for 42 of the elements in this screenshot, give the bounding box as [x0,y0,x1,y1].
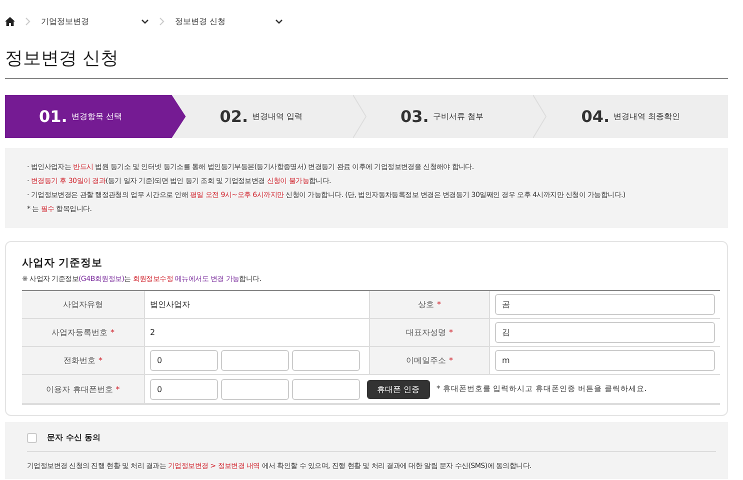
input-field[interactable] [221,378,289,400]
field-value: 법인사업자 [150,299,190,310]
required-mark: * [449,328,453,337]
breadcrumb-item[interactable]: 정보변경 신청 [175,16,265,26]
input-field[interactable]: m [495,350,715,371]
page-title: 정보변경 신청 [5,46,728,79]
field-label: 이메일주소 [406,355,446,366]
required-mark: * [98,356,102,365]
verify-button[interactable]: 휴대폰 인증 [367,380,430,398]
required-mark: * [449,356,453,365]
chevron-down-icon[interactable] [141,18,149,24]
breadcrumb-item[interactable]: 기업정보변경 [41,16,131,26]
input-field[interactable] [221,350,289,371]
field-label: 대표자성명 [406,327,446,338]
field-label: 상호 [418,299,434,310]
input-field[interactable]: 0 [150,378,218,400]
field-label: 전화번호 [64,355,96,366]
step-tab[interactable]: 04. 변경내역 최종확인 [547,95,728,138]
chevron-divider [352,95,366,138]
home-icon[interactable] [5,16,15,26]
required-mark: * [437,300,441,309]
chevron-down-icon[interactable] [275,18,283,24]
checkbox-label: 문자 수신 동의 [47,432,101,443]
input-field[interactable]: 김 [495,322,715,343]
input-field[interactable]: 0 [150,350,218,371]
step-tab[interactable]: 01. 변경항목 선택 [5,95,186,138]
input-field[interactable] [292,350,360,371]
field-value: 2 [150,328,156,337]
chevron-divider [533,95,548,138]
input-field[interactable]: 곰 [495,294,715,315]
field-label: 사업자등록번호 [52,327,108,338]
input-field[interactable] [292,378,360,400]
section-title: 사업자 기준정보 [22,256,104,270]
field-label: 사업자유형 [63,299,103,310]
required-mark: * [116,384,120,394]
required-mark: * [110,328,114,337]
checkbox[interactable] [27,432,37,442]
step-tab[interactable]: 02. 변경내역 입력 [186,95,366,138]
step-tab[interactable]: 03. 구비서류 첨부 [366,95,548,138]
chevron-right-icon [159,16,165,26]
chevron-right-icon [25,16,31,26]
field-label: 이용자 휴대폰번호 [46,384,113,394]
